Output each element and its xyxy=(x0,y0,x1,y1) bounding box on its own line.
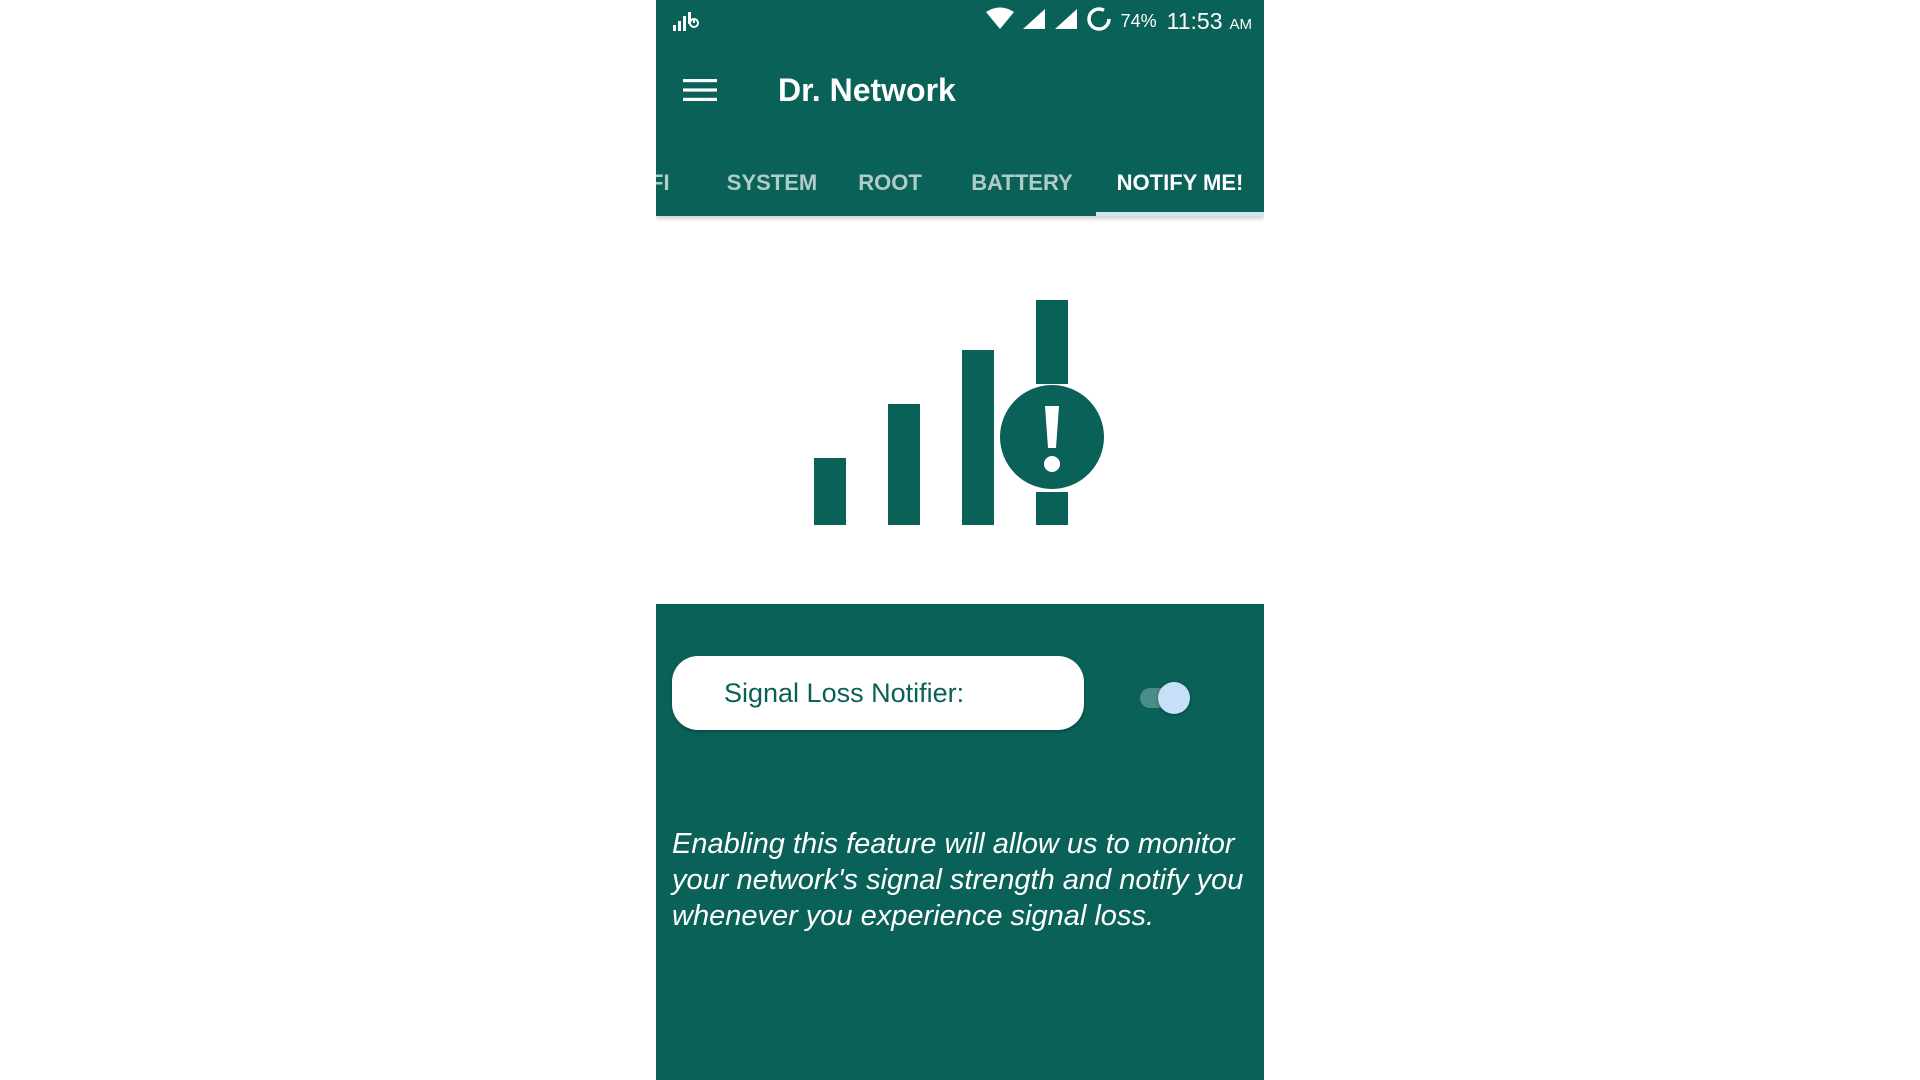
signal-loss-alert-icon: ! xyxy=(814,300,1104,525)
tab-indicator xyxy=(1096,212,1264,216)
tab-root[interactable]: ROOT xyxy=(844,154,936,212)
settings-panel: Signal Loss Notifier: Enabling this feat… xyxy=(656,604,1264,1080)
tab-bar: FI SYSTEM ROOT BATTERY NOTIFY ME! xyxy=(656,154,1264,216)
tab-battery[interactable]: BATTERY xyxy=(956,154,1088,212)
tab-notify-me[interactable]: NOTIFY ME! xyxy=(1096,154,1264,212)
hamburger-menu-icon[interactable] xyxy=(680,70,720,110)
feature-description: Enabling this feature will allow us to m… xyxy=(672,828,1244,932)
status-bar-right: 74% 11:53 AM xyxy=(985,6,1252,36)
clock-time: 11:53 xyxy=(1166,7,1223,34)
app-title: Dr. Network xyxy=(778,72,956,108)
cell-signal-icon xyxy=(1053,7,1079,36)
tab-system[interactable]: SYSTEM xyxy=(708,154,836,212)
network-activity-icon xyxy=(672,10,702,37)
sync-icon xyxy=(1085,5,1113,38)
tab-wifi[interactable]: FI xyxy=(656,154,670,212)
battery-percent: 74% xyxy=(1120,10,1157,31)
app-bar: Dr. Network FI SYSTEM ROOT BATTERY NOTIF… xyxy=(656,42,1264,216)
hero-illustration: ! xyxy=(656,216,1264,604)
signal-loss-notifier-label: Signal Loss Notifier: xyxy=(724,678,965,708)
signal-loss-notifier-card: Signal Loss Notifier: xyxy=(672,656,1084,730)
status-bar: 74% 11:53 AM xyxy=(656,0,1264,42)
toggle-thumb xyxy=(1158,682,1190,714)
phone-screen: 74% 11:53 AM Dr. Network FI SYSTEM ROOT … xyxy=(656,0,1264,1080)
wifi-icon xyxy=(985,7,1015,36)
clock-ampm: AM xyxy=(1229,15,1253,33)
signal-loss-notifier-toggle[interactable] xyxy=(1136,682,1192,714)
cell-signal-icon xyxy=(1021,7,1047,36)
